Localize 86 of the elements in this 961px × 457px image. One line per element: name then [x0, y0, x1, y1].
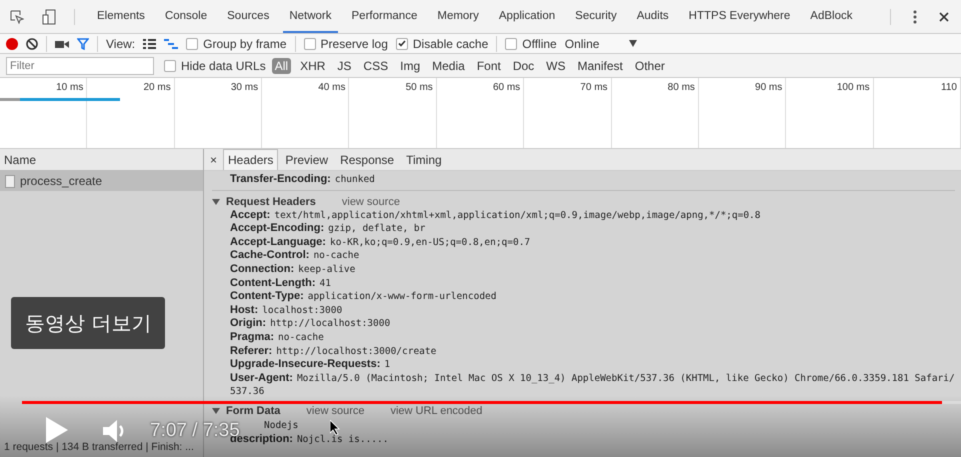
option-checkbox[interactable]: Offline	[505, 36, 557, 50]
status-text: 1 requests | 134 B transferred | Finish: ...	[3, 440, 195, 455]
file-icon	[5, 174, 15, 188]
panel-tab[interactable]: Elements	[91, 0, 151, 33]
disclosure-triangle-icon[interactable]	[212, 198, 220, 206]
timeline-tick: 70 ms	[524, 78, 612, 148]
view-label: View:	[106, 36, 136, 50]
device-toolbar-icon[interactable]	[42, 8, 56, 24]
option-checkbox[interactable]: Preserve log	[304, 36, 388, 50]
form-data-row-text: description: Nojcl.is is.....	[230, 432, 388, 446]
header-row-text: Transfer-Encoding: chunked	[229, 173, 376, 187]
type-filter[interactable]: All	[272, 58, 292, 74]
panel-tab[interactable]: Security	[569, 0, 623, 33]
panel-tab[interactable]: HTTPS Everywhere	[682, 0, 796, 33]
timeline-tick: 50 ms	[349, 78, 437, 148]
close-icon[interactable]	[939, 12, 949, 22]
type-filter[interactable]: Manifest	[574, 58, 626, 74]
section-title: Request Headers	[226, 196, 316, 208]
panel-tab[interactable]: Memory	[431, 0, 485, 33]
clear-icon[interactable]	[26, 38, 38, 50]
disclosure-triangle-icon[interactable]	[212, 407, 220, 416]
header-row-text: Referer: http://localhost:3000/create	[229, 344, 438, 358]
timeline-tick: 40 ms	[262, 78, 350, 148]
close-details-button[interactable]: ×	[210, 152, 218, 166]
type-filter[interactable]: JS	[334, 58, 354, 74]
checkmark-icon	[398, 40, 406, 47]
type-filter[interactable]: Font	[474, 58, 504, 74]
timeline-tick: 80 ms	[612, 78, 699, 148]
header-row-text: Accept: text/html,application/xhtml+xml,application/xml;q=0.9,image/webp,image/apng,*/*;q=0.8	[229, 208, 762, 222]
header-row-text: Content-Type: application/x-www-form-urlencoded	[229, 290, 498, 304]
throttling-select[interactable]: Online	[564, 36, 600, 50]
details-tab[interactable]: Response	[335, 149, 400, 170]
more-videos-button[interactable]: 동영상 더보기	[11, 297, 166, 349]
hide-data-urls-checkbox[interactable]: Hide data URLs	[164, 58, 266, 72]
type-filter[interactable]: XHR	[297, 58, 328, 74]
header-row-text: Content-Length: 41	[229, 276, 332, 290]
panel-tab[interactable]: AdBlock	[804, 0, 858, 33]
type-filter[interactable]: Doc	[510, 58, 538, 74]
timeline-tick: 110	[874, 78, 961, 148]
header-row-text: User-Agent: Mozilla/5.0 (Macintosh; Intel Mac OS X 10_13_4) AppleWebKit/537.36 (KHTML, like Gecko) Chrome/66.0.3359.181 Safari/537.36	[229, 372, 955, 399]
view-link[interactable]: view URL encoded	[390, 405, 482, 418]
timeline-tick: 100 ms	[786, 78, 874, 148]
details-tab[interactable]: Preview	[280, 149, 334, 170]
panel-tab[interactable]: Sources	[221, 0, 276, 33]
mouse-cursor-icon	[330, 420, 340, 435]
header-row-text: Upgrade-Insecure-Requests: 1	[229, 358, 392, 372]
view-source-link[interactable]: view source	[342, 196, 400, 208]
panel-tab[interactable]: Application	[492, 0, 562, 33]
type-filter[interactable]: WS	[543, 58, 569, 74]
panel-tab[interactable]: Audits	[630, 0, 675, 33]
header-row-text: Accept-Language: ko-KR,ko;q=0.9,en-US;q=0.8,en;q=0.7	[229, 236, 532, 250]
request-row[interactable]: process_create	[0, 171, 203, 191]
form-data-row-text: Nodejs	[263, 418, 298, 432]
type-filter[interactable]: Img	[397, 58, 424, 74]
dropdown-caret-icon[interactable]	[629, 40, 638, 47]
details-tab[interactable]: Timing	[401, 149, 447, 170]
timeline-tick: 60 ms	[436, 78, 524, 148]
header-row-text: Cache-Control: no-cache	[229, 249, 360, 263]
details-tab[interactable]: Headers	[223, 149, 278, 170]
waterfall-view-icon[interactable]	[164, 38, 178, 48]
header-row-text: Origin: http://localhost:3000	[229, 317, 392, 331]
section-title: Form Data	[226, 405, 280, 418]
more-options-icon[interactable]	[913, 10, 917, 24]
type-filter[interactable]: Media	[429, 58, 468, 74]
header-row-text: Connection: keep-alive	[229, 262, 356, 277]
volume-icon[interactable]	[103, 420, 125, 442]
header-row-text: Pragma: no-cache	[229, 330, 325, 345]
filter-field[interactable]: Filter	[6, 56, 154, 74]
header-row-text: Accept-Encoding: gzip, deflate, br	[229, 222, 426, 236]
column-header: Name	[0, 149, 203, 171]
record-icon[interactable]	[6, 38, 18, 50]
camera-icon[interactable]	[55, 38, 69, 48]
list-view-icon[interactable]	[143, 38, 156, 48]
filter-icon[interactable]	[77, 38, 89, 50]
element-picker-icon[interactable]	[10, 10, 24, 24]
type-filter[interactable]: CSS	[360, 58, 392, 74]
option-checkbox[interactable]: Group by frame	[186, 36, 287, 50]
header-row-text: Host: localhost:3000	[229, 304, 344, 318]
view-link[interactable]: view source	[306, 405, 364, 418]
option-checkbox[interactable]: Disable cache	[396, 36, 488, 50]
panel-tab[interactable]: Console	[158, 0, 214, 33]
panel-tab[interactable]: Performance	[346, 0, 424, 33]
type-filter[interactable]: Other	[632, 58, 668, 74]
play-icon[interactable]	[46, 417, 68, 443]
timeline-tick: 30 ms	[174, 78, 262, 148]
timeline-tick: 90 ms	[698, 78, 786, 148]
